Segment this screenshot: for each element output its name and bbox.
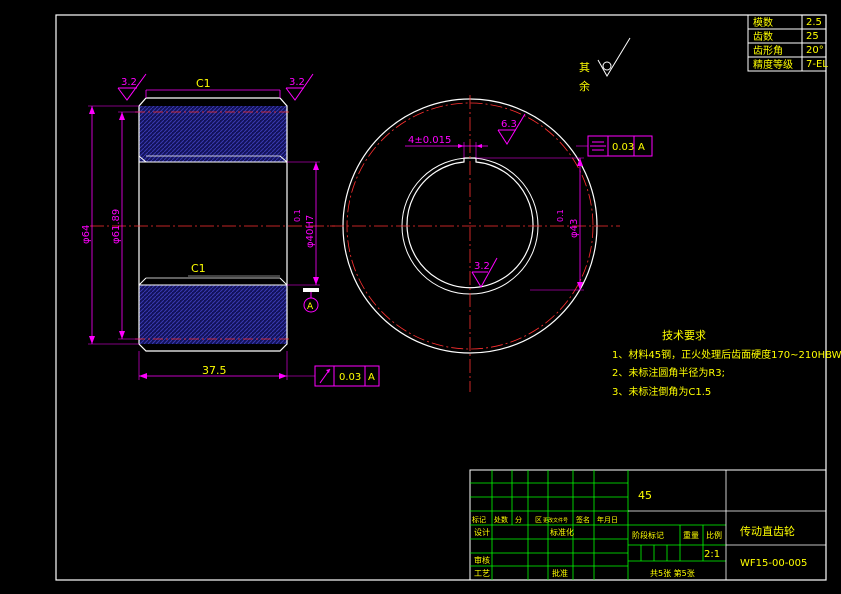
other-roughness-note: 其 余 <box>579 37 631 93</box>
tb-h-mark: 标记 <box>472 515 486 524</box>
datum-a-label: A <box>307 302 314 312</box>
symmetry-tol: 0.03 <box>612 142 634 153</box>
tech-req-item-3: 3、未标注倒角为C1.5 <box>612 385 711 398</box>
tb-sheets: 共5张 第5张 <box>650 568 695 578</box>
param-label-accuracy: 精度等级 <box>753 58 793 71</box>
runout-tol: 0.03 <box>339 372 361 383</box>
dim-outer-dia: φ64 <box>81 225 92 244</box>
param-value-teeth: 25 <box>806 31 819 42</box>
gear-parameter-table: 模数 2.5 齿数 25 齿形角 20° 精度等级 7-EL <box>747 14 828 72</box>
chamfer-inner-label: C1 <box>191 262 206 275</box>
tb-material: 45 <box>638 489 652 502</box>
tb-process: 工艺 <box>474 569 490 578</box>
roughness-right-label: 3.2 <box>289 77 305 88</box>
runout-datum: A <box>368 372 375 383</box>
symmetry-icon <box>590 141 606 151</box>
param-value-module: 2.5 <box>806 17 822 28</box>
hatch-upper-rim <box>139 106 287 162</box>
technical-requirements: 技术要求 1、材料45钢，正火处理后齿面硬度170~210HBW; 2、未标注圆… <box>612 329 841 398</box>
param-label-pressure-angle: 齿形角 <box>753 45 783 57</box>
keyway-roughness-label: 6.3 <box>501 119 517 130</box>
tb-design: 设计 <box>474 527 490 537</box>
tb-drawing-no: WF15-00-005 <box>740 558 807 569</box>
cad-drawing-canvas: 模数 2.5 齿数 25 齿形角 20° 精度等级 7-EL 其 余 C1 C1… <box>55 14 841 581</box>
dim-pitch-dia: φ61.89 <box>111 209 122 244</box>
tb-h-sign: 签名 <box>576 515 590 524</box>
tb-h-date: 年月日 <box>597 515 618 524</box>
param-label-teeth: 齿数 <box>753 30 773 43</box>
tb-approve: 批准 <box>552 568 568 578</box>
hatch-lower-rim <box>139 285 287 344</box>
other-roughness-line1: 其 <box>579 61 590 74</box>
keyway-depth-tol: 0.1 <box>556 209 565 222</box>
tech-req-item-2: 2、未标注圆角半径为R3; <box>612 366 725 379</box>
tb-h-count: 处数 <box>494 515 508 524</box>
tech-req-item-1: 1、材料45钢，正火处理后齿面硬度170~210HBW; <box>612 348 841 361</box>
other-roughness-line2: 余 <box>579 79 590 93</box>
keyway-width-label: 4±0.015 <box>408 135 451 146</box>
tb-part-name: 传动直齿轮 <box>740 524 795 538</box>
tb-scale: 2:1 <box>704 549 720 560</box>
title-block: 45 传动直齿轮 WF15-00-005 2:1 共5张 第5张 标记 处数 分… <box>469 469 827 581</box>
tb-review: 审核 <box>474 555 490 565</box>
tb-standard: 标准化 <box>550 527 574 537</box>
tb-ratio: 比例 <box>706 530 722 540</box>
roughness-symbol-icon <box>597 37 631 77</box>
chamfer-top-label: C1 <box>196 77 211 90</box>
tech-req-title: 技术要求 <box>662 329 706 342</box>
gear-section-view <box>90 97 335 352</box>
roughness-left-label: 3.2 <box>121 77 137 88</box>
tb-weight: 重量 <box>683 530 699 540</box>
param-label-module: 模数 <box>753 16 773 29</box>
keyway-depth-label: φ43 <box>569 219 580 238</box>
symmetry-datum: A <box>638 142 645 153</box>
tb-h-doc: 更改文件号 <box>543 517 568 524</box>
tb-h-part: 分 <box>515 515 522 524</box>
dim-width: 37.5 <box>202 364 227 377</box>
tb-stage: 阶段标记 <box>632 530 664 540</box>
bore-roughness-label: 3.2 <box>474 261 490 272</box>
param-value-accuracy: 7-EL <box>806 59 828 70</box>
dim-bore-tol: 0.1 <box>293 209 302 222</box>
dim-bore: φ40H7 <box>305 215 316 248</box>
gear-end-view <box>330 95 620 392</box>
tb-h-zone: 区 <box>535 516 542 524</box>
param-value-pressure-angle: 20° <box>806 45 824 56</box>
